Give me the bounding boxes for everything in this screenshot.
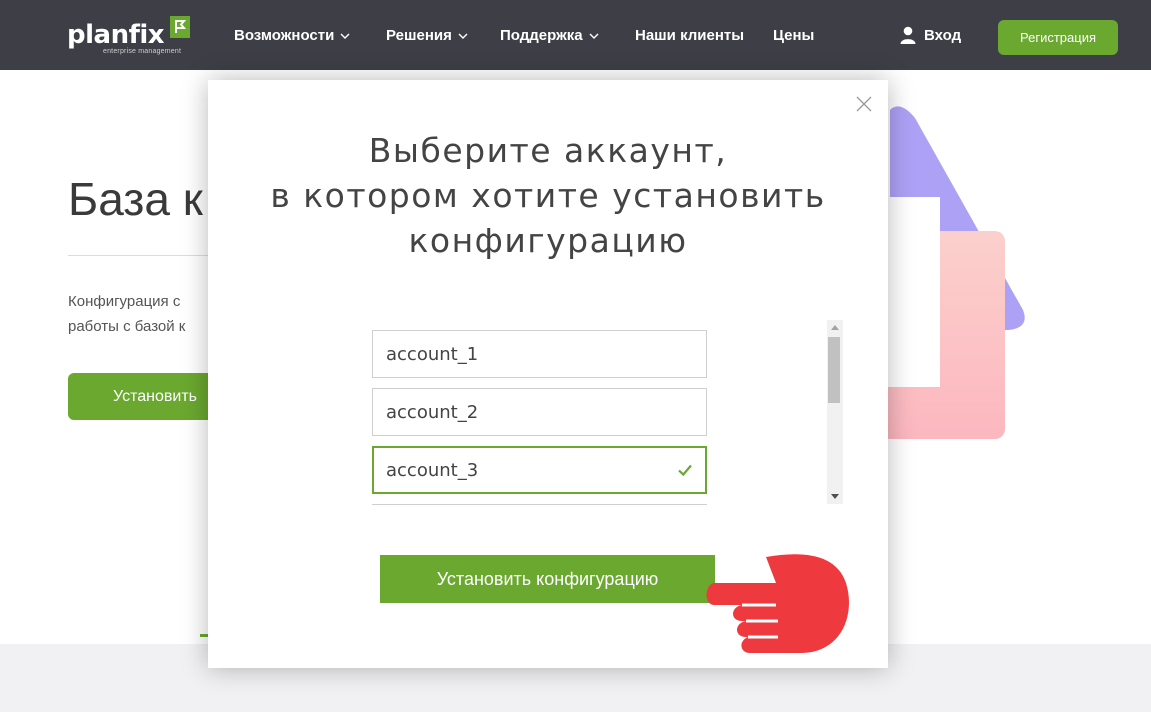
account-name: account_2 xyxy=(386,401,479,423)
planfix-logo[interactable]: planfix enterprise management xyxy=(67,14,192,58)
nav-solutions[interactable]: Решения xyxy=(386,27,468,44)
nav-solutions-label: Решения xyxy=(386,27,452,44)
nav-features-label: Возможности xyxy=(234,27,335,44)
top-navigation-bar: planfix enterprise management Возможност… xyxy=(0,0,1151,70)
login-label: Вход xyxy=(924,26,962,44)
chevron-down-icon xyxy=(458,33,468,39)
flag-icon xyxy=(170,16,190,38)
modal-title-line: Выберите аккаунт, xyxy=(368,131,728,170)
logo-wordmark: planfix xyxy=(67,20,165,50)
scroll-down-arrow-icon[interactable] xyxy=(827,490,843,504)
install-configuration-button[interactable]: Установить конфигурацию xyxy=(380,555,715,603)
close-icon[interactable] xyxy=(855,95,873,113)
modal-title-line: конфигурацию xyxy=(408,221,688,260)
chevron-down-icon xyxy=(589,33,599,39)
user-icon xyxy=(900,26,916,44)
nav-prices-label: Цены xyxy=(773,27,815,44)
modal-title-line: в котором хотите установить xyxy=(270,176,826,215)
account-name: account_3 xyxy=(386,459,479,481)
account-option-selected[interactable]: account_3 xyxy=(372,446,707,494)
nav-clients-label: Наши клиенты xyxy=(635,27,745,44)
scroll-up-arrow-icon[interactable] xyxy=(827,320,843,334)
modal-title: Выберите аккаунт, в котором хотите устан… xyxy=(208,128,888,263)
chevron-down-icon xyxy=(340,33,350,39)
account-option-partial xyxy=(372,504,707,505)
account-list: account_1 account_2 account_3 xyxy=(372,330,707,505)
nav-support-label: Поддержка xyxy=(500,27,583,44)
checkmark-icon xyxy=(678,464,692,477)
nav-prices[interactable]: Цены xyxy=(773,27,814,44)
account-option[interactable]: account_1 xyxy=(372,330,707,378)
nav-clients[interactable]: Наши клиенты xyxy=(635,27,744,44)
account-option[interactable]: account_2 xyxy=(372,388,707,436)
register-button[interactable]: Регистрация xyxy=(998,20,1118,55)
nav-support[interactable]: Поддержка xyxy=(500,27,599,44)
scrollbar-thumb[interactable] xyxy=(828,337,840,403)
logo-tagline: enterprise management xyxy=(103,48,182,55)
nav-features[interactable]: Возможности xyxy=(234,27,350,44)
account-list-scrollbar[interactable] xyxy=(827,320,843,504)
login-link[interactable]: Вход xyxy=(900,26,961,44)
account-name: account_1 xyxy=(386,343,479,365)
pointing-hand-icon xyxy=(706,554,849,653)
